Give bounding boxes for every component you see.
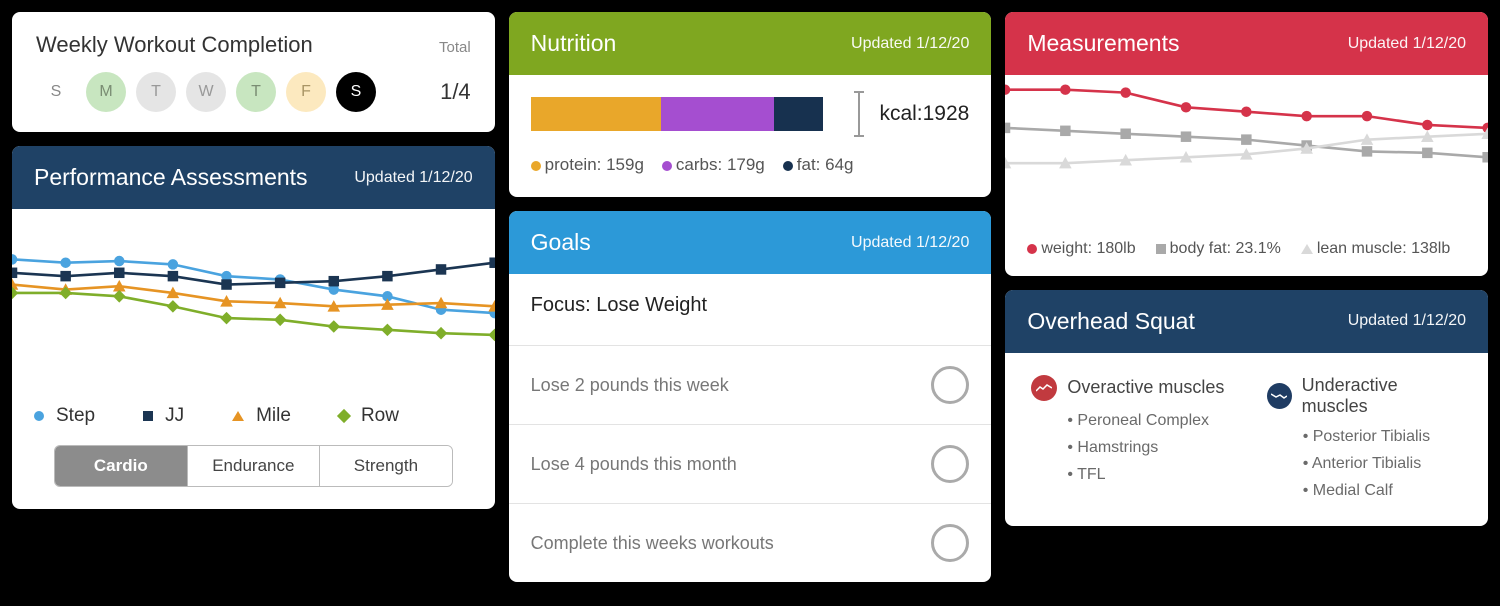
day-wed[interactable]: W [186, 72, 226, 112]
legend-bodyfat: body fat: 23.1% [1170, 240, 1281, 257]
overhead-squat-card: Overhead Squat Updated 1/12/20 Overactiv… [1005, 290, 1488, 527]
goal-checkbox-icon[interactable] [931, 445, 969, 483]
legend-step: Step [56, 405, 95, 427]
goals-card: Goals Updated 1/12/20 Focus: Lose Weight… [509, 211, 992, 582]
goal-text: Complete this weeks workouts [531, 533, 774, 554]
nutrition-kcal: kcal:1928 [879, 102, 969, 126]
step-marker-icon [34, 411, 44, 421]
goals-title: Goals [531, 229, 591, 256]
measurements-legend: weight: 180lb body fat: 23.1% lean muscl… [1027, 240, 1466, 258]
measurements-chart [1005, 75, 1488, 222]
squat-title: Overhead Squat [1027, 308, 1195, 335]
tab-cardio[interactable]: Cardio [55, 446, 188, 486]
goal-item[interactable]: Complete this weeks workouts [509, 503, 992, 582]
measurements-updated: Updated 1/12/20 [1348, 35, 1466, 53]
protein-dot-icon [531, 161, 541, 171]
day-sat[interactable]: S [336, 72, 376, 112]
squat-updated: Updated 1/12/20 [1348, 312, 1466, 330]
day-thu[interactable]: T [236, 72, 276, 112]
legend-protein: protein: 159g [545, 155, 644, 174]
nutrition-bar [531, 97, 856, 131]
nutrition-title: Nutrition [531, 30, 617, 57]
overactive-list: Peroneal Complex Hamstrings TFL [1031, 407, 1226, 489]
jj-marker-icon [143, 411, 153, 421]
goal-item[interactable]: Lose 4 pounds this month [509, 424, 992, 503]
nutrition-card: Nutrition Updated 1/12/20 kcal:1928 prot… [509, 12, 992, 197]
measurements-card: Measurements Updated 1/12/20 weight: 180… [1005, 12, 1488, 276]
weekly-total-label: Total [439, 39, 471, 56]
day-mon[interactable]: M [86, 72, 126, 112]
weekly-title: Weekly Workout Completion [36, 32, 313, 58]
measurements-title: Measurements [1027, 30, 1179, 57]
day-sun[interactable]: S [36, 72, 76, 112]
goal-checkbox-icon[interactable] [931, 524, 969, 562]
list-item: Posterior Tibialis [1303, 423, 1462, 450]
list-item: Hamstrings [1067, 434, 1226, 461]
row-marker-icon [337, 409, 351, 423]
day-tue[interactable]: T [136, 72, 176, 112]
legend-carbs: carbs: 179g [676, 155, 765, 174]
list-item: Anterior Tibialis [1303, 450, 1462, 477]
mile-marker-icon [232, 411, 244, 421]
performance-updated: Updated 1/12/20 [354, 169, 472, 187]
day-fri[interactable]: F [286, 72, 326, 112]
lean-tri-icon [1301, 244, 1313, 254]
weekly-count: 1/4 [440, 79, 471, 105]
bodyfat-sq-icon [1156, 244, 1166, 254]
underactive-title: Underactive muscles [1302, 375, 1462, 417]
overactive-title: Overactive muscles [1067, 377, 1224, 398]
goals-updated: Updated 1/12/20 [851, 234, 969, 252]
legend-fat: fat: 64g [797, 155, 854, 174]
legend-jj: JJ [165, 405, 184, 427]
goal-text: Lose 4 pounds this month [531, 454, 737, 475]
performance-card: Performance Assessments Updated 1/12/20 … [12, 146, 495, 509]
legend-mile: Mile [256, 405, 291, 427]
legend-row: Row [361, 405, 399, 427]
legend-lean: lean muscle: 138lb [1317, 240, 1450, 257]
weight-dot-icon [1027, 244, 1037, 254]
performance-tabs: Cardio Endurance Strength [54, 445, 453, 487]
list-item: Medial Calf [1303, 477, 1462, 504]
overactive-icon [1031, 375, 1057, 401]
list-item: Peroneal Complex [1067, 407, 1226, 434]
performance-title: Performance Assessments [34, 164, 308, 191]
weekly-days: S M T W T F S [36, 72, 376, 112]
weekly-workout-card: Weekly Workout Completion Total S M T W … [12, 12, 495, 132]
fat-dot-icon [783, 161, 793, 171]
carbs-dot-icon [662, 161, 672, 171]
goal-text: Lose 2 pounds this week [531, 375, 729, 396]
underactive-icon [1267, 383, 1292, 409]
nutrition-updated: Updated 1/12/20 [851, 35, 969, 53]
goal-checkbox-icon[interactable] [931, 366, 969, 404]
tab-strength[interactable]: Strength [320, 446, 452, 486]
nutrition-legend: protein: 159g carbs: 179g fat: 64g [531, 155, 970, 175]
nutrition-seg-fat [774, 97, 823, 131]
performance-chart [12, 209, 495, 377]
legend-weight: weight: 180lb [1041, 240, 1135, 257]
performance-legend: Step JJ Mile Row [34, 405, 473, 427]
goals-focus: Focus: Lose Weight [509, 274, 992, 345]
list-item: TFL [1067, 461, 1226, 488]
underactive-list: Posterior Tibialis Anterior Tibialis Med… [1267, 423, 1462, 505]
tab-endurance[interactable]: Endurance [188, 446, 321, 486]
goal-item[interactable]: Lose 2 pounds this week [509, 345, 992, 424]
nutrition-seg-carbs [661, 97, 775, 131]
nutrition-seg-protein [531, 97, 661, 131]
